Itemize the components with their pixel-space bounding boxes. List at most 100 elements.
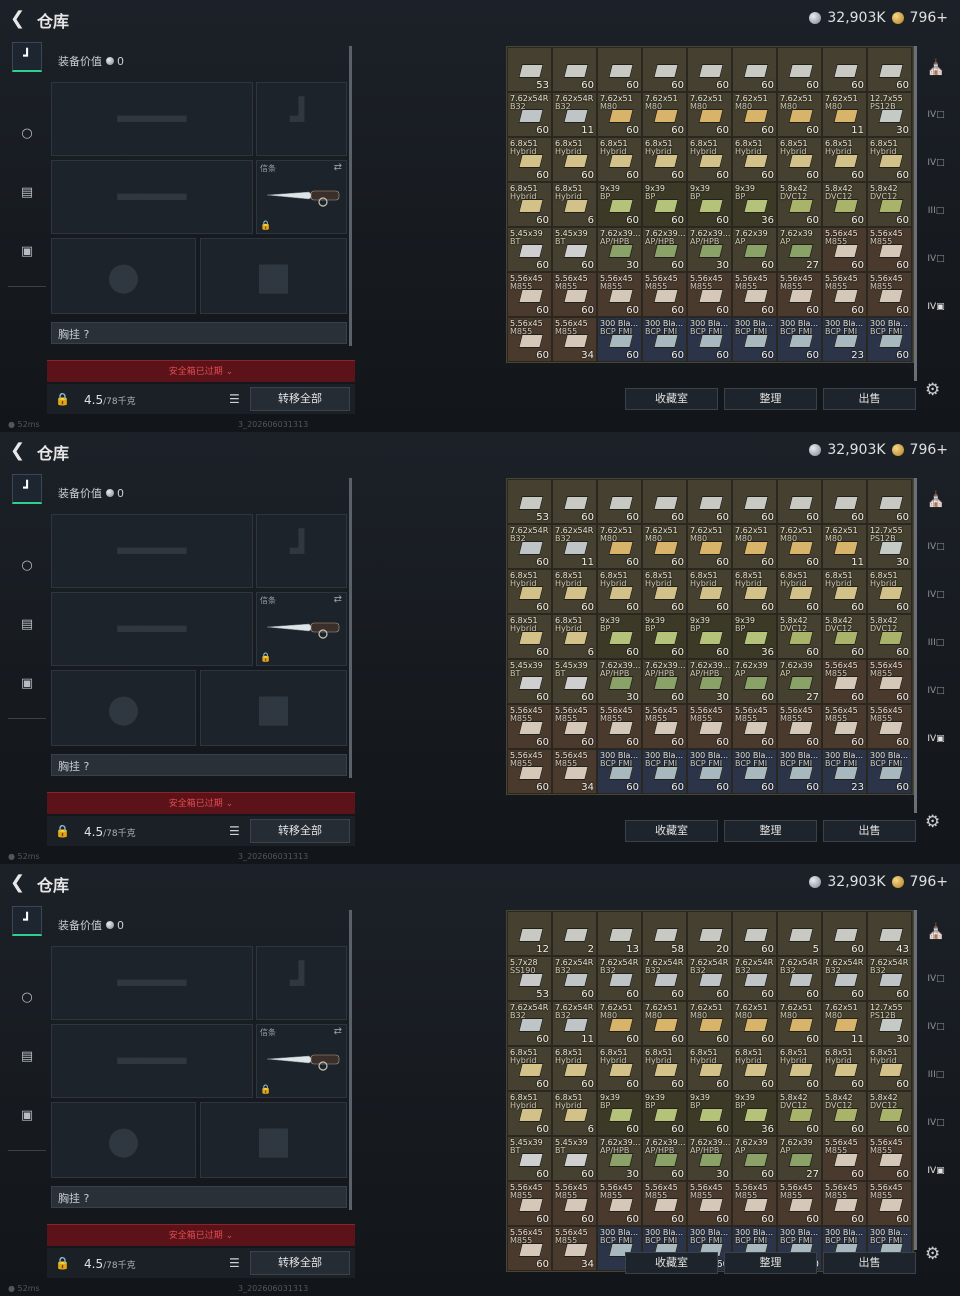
ammo-item[interactable]: 5.56x45 M855 60 — [507, 704, 552, 749]
ammo-item[interactable]: 7.62x54R B32 11 — [552, 92, 597, 137]
ammo-item[interactable]: 5.45x39 BT 60 — [507, 659, 552, 704]
ammo-item[interactable]: 5.56x45 M855 60 — [867, 659, 912, 704]
collection-button[interactable]: 收藏室 — [625, 820, 718, 842]
ammo-item[interactable]: 53 — [507, 479, 552, 524]
chest-rig-slot[interactable]: 胸挂 ? — [51, 754, 347, 776]
vest-tab-icon[interactable]: ▤ — [12, 177, 42, 207]
ammo-item[interactable]: 7.62x39... AP/HPB 60 — [642, 1136, 687, 1181]
ammo-item[interactable]: 12.7x55 PS12B 30 — [867, 1001, 912, 1046]
ammo-item[interactable]: 6.8x51 Hybrid 60 — [507, 1091, 552, 1136]
ammo-item[interactable]: 58 — [642, 911, 687, 956]
stash-scrollbar[interactable] — [914, 478, 917, 813]
ammo-item[interactable]: 7.62x54R B32 11 — [552, 524, 597, 569]
equipment-scrollbar[interactable] — [349, 46, 352, 346]
ammo-item[interactable]: 7.62x39... AP/HPB 30 — [597, 659, 642, 704]
ammo-item[interactable]: 9x39 BP 60 — [597, 182, 642, 227]
ammo-item[interactable]: 6.8x51 Hybrid 60 — [552, 1046, 597, 1091]
sell-button[interactable]: 出售 — [823, 1252, 916, 1274]
chest-rig-slot[interactable]: 胸挂 ? — [51, 322, 347, 344]
melee-slot[interactable]: 信条 ⇄ 🔒 — [256, 1024, 347, 1098]
ammo-item[interactable]: 5.56x45 M855 60 — [687, 1181, 732, 1226]
ammo-item[interactable]: 9x39 BP 60 — [597, 614, 642, 659]
sort-button[interactable]: 整理 — [724, 1252, 817, 1274]
case-icon[interactable]: IV□ — [923, 158, 949, 176]
ammo-item[interactable]: 9x39 BP 36 — [732, 182, 777, 227]
ammo-item[interactable]: 5.56x45 M855 60 — [777, 1181, 822, 1226]
secondary-weapon-slot[interactable]: ━━━ — [51, 160, 253, 234]
ammo-item[interactable]: 5.56x45 M855 60 — [552, 704, 597, 749]
ammo-item[interactable]: 6.8x51 Hybrid 60 — [597, 137, 642, 182]
secure-container-expired-banner[interactable]: 安全箱已过期 ⌄ — [47, 1224, 355, 1246]
secondary-weapon-slot[interactable]: ━━━ — [51, 592, 253, 666]
ammo-item[interactable]: 7.62x51 M80 60 — [732, 92, 777, 137]
ammo-item[interactable]: 7.62x39... AP/HPB 30 — [597, 227, 642, 272]
ammo-item[interactable]: 5.56x45 M855 60 — [552, 1181, 597, 1226]
ammo-item[interactable]: 7.62x54R B32 60 — [687, 956, 732, 1001]
ammo-item[interactable]: 6.8x51 Hybrid 60 — [732, 1046, 777, 1091]
helmet-slot[interactable]: ● — [51, 670, 196, 746]
ammo-item[interactable]: 5.56x45 M855 34 — [552, 1226, 597, 1271]
ammo-item[interactable]: 6.8x51 Hybrid 60 — [822, 569, 867, 614]
lock-icon[interactable]: 🔒 — [55, 392, 70, 406]
list-icon[interactable]: ☰ — [229, 1256, 240, 1270]
ammo-item[interactable]: 5.56x45 M855 60 — [822, 704, 867, 749]
ammo-item[interactable]: 6.8x51 Hybrid 60 — [867, 137, 912, 182]
lock-icon[interactable]: 🔒 — [55, 1256, 70, 1270]
primary-weapon-slot[interactable]: ━━━ — [51, 82, 253, 156]
pistol-tab-icon[interactable]: ┛ — [12, 474, 42, 504]
case-icon[interactable]: IV□ — [923, 1118, 949, 1136]
ammo-item[interactable]: 300 Bla...BCP FMJ60 — [867, 317, 912, 362]
ammo-item[interactable]: 43 — [867, 911, 912, 956]
collection-button[interactable]: 收藏室 — [625, 1252, 718, 1274]
helmet-slot[interactable]: ● — [51, 238, 196, 314]
ammo-item[interactable]: 6.8x51 Hybrid 60 — [597, 1046, 642, 1091]
case-icon[interactable]: IV□ — [923, 542, 949, 560]
ammo-item[interactable]: 6.8x51 Hybrid 6 — [552, 182, 597, 227]
ammo-item[interactable]: 7.62x54R B32 60 — [777, 956, 822, 1001]
ammo-item[interactable]: 5.56x45 M855 34 — [552, 749, 597, 794]
ammo-item[interactable]: 7.62x54R B32 11 — [552, 1001, 597, 1046]
ammo-item[interactable]: 6.8x51 Hybrid 60 — [687, 1046, 732, 1091]
backpack-icon[interactable]: ⛪ — [923, 922, 949, 940]
ammo-item[interactable]: 5.56x45 M855 60 — [822, 1181, 867, 1226]
equipment-scrollbar[interactable] — [349, 910, 352, 1210]
ammo-item[interactable]: 60 — [552, 47, 597, 92]
ammo-item[interactable]: 300 Bla...BCP FMJ60 — [777, 317, 822, 362]
secure-container-expired-banner[interactable]: 安全箱已过期 ⌄ — [47, 360, 355, 382]
gold-amount[interactable]: 796+ — [910, 442, 948, 458]
gear-icon[interactable]: ⚙ — [925, 380, 945, 400]
swap-icon[interactable]: ⇄ — [334, 1026, 342, 1037]
ammo-item[interactable]: 300 Bla...BCP FMJ60 — [732, 317, 777, 362]
ammo-item[interactable]: 6.8x51 Hybrid 60 — [552, 137, 597, 182]
ammo-item[interactable]: 60 — [597, 47, 642, 92]
ammo-item[interactable]: 5.56x45 M855 60 — [777, 272, 822, 317]
ammo-item[interactable]: 6.8x51 Hybrid 60 — [867, 569, 912, 614]
ammo-item[interactable]: 7.62x39... AP/HPB 30 — [687, 1136, 732, 1181]
ammo-item[interactable]: 60 — [642, 47, 687, 92]
case-icon[interactable]: IV□ — [923, 1022, 949, 1040]
ammo-item[interactable]: 5.8x42 DVC12 60 — [822, 614, 867, 659]
case-icon[interactable]: IV□ — [923, 686, 949, 704]
ammo-item[interactable]: 9x39 BP 60 — [597, 1091, 642, 1136]
ammo-item[interactable]: 6.8x51 Hybrid 60 — [687, 137, 732, 182]
ammo-item[interactable]: 7.62x51 M80 11 — [822, 1001, 867, 1046]
ammo-item[interactable]: 7.62x51 M80 60 — [777, 524, 822, 569]
chest-rig-slot[interactable]: 胸挂 ? — [51, 1186, 347, 1208]
ammo-item[interactable]: 5.56x45 M855 60 — [507, 1181, 552, 1226]
armor-slot[interactable]: ■ — [200, 238, 347, 314]
ammo-item[interactable]: 5.56x45 M855 60 — [552, 272, 597, 317]
ammo-item[interactable]: 6.8x51 Hybrid 60 — [507, 569, 552, 614]
ammo-item[interactable]: 7.62x51 M80 60 — [687, 1001, 732, 1046]
ammo-item[interactable]: 6.8x51 Hybrid 60 — [552, 569, 597, 614]
case-icon[interactable]: III□ — [923, 206, 949, 224]
sell-button[interactable]: 出售 — [823, 820, 916, 842]
ammo-item[interactable]: 6.8x51 Hybrid 60 — [507, 614, 552, 659]
ammo-item[interactable]: 7.62x51 M80 60 — [642, 92, 687, 137]
vest-tab-icon[interactable]: ▤ — [12, 1041, 42, 1071]
ammo-item[interactable]: 6.8x51 Hybrid 60 — [822, 137, 867, 182]
pistol-slot[interactable]: ┛ — [256, 82, 347, 156]
transfer-all-button[interactable]: 转移全部 — [250, 387, 350, 411]
armor-slot[interactable]: ■ — [200, 670, 347, 746]
ammo-item[interactable]: 12.7x55 PS12B 30 — [867, 92, 912, 137]
ammo-item[interactable]: 9x39 BP 60 — [642, 1091, 687, 1136]
